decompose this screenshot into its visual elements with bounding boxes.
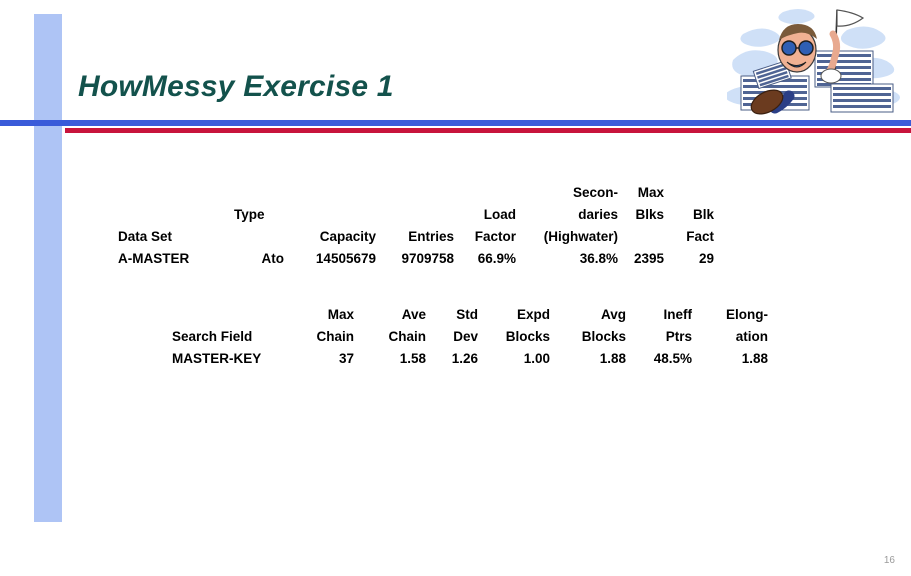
- dataset-cell-maxblk: 2395: [633, 251, 664, 266]
- search-h2-name: Search Field: [172, 329, 253, 344]
- search-h2-expd: Blocks: [505, 329, 550, 344]
- search-cell-std: 1.26: [451, 351, 478, 366]
- search-h2-elong: ation: [735, 329, 768, 344]
- dataset-cell-sec: 36.8%: [579, 251, 618, 266]
- dataset-header-row-3: Data Set Capacity Entries Factor (Highwa…: [118, 226, 714, 248]
- dataset-h3-sec: (Highwater): [543, 229, 618, 244]
- dataset-h1-blkf: [664, 182, 714, 204]
- dataset-h3-name: Data Set: [118, 229, 173, 244]
- search-h1-ave: Ave: [401, 307, 426, 322]
- dataset-cell-name: A-MASTER: [118, 251, 190, 266]
- character-head: [777, 24, 817, 73]
- search-h2-avg: Blocks: [581, 329, 626, 344]
- dataset-h1-sec: Secon-: [572, 185, 618, 200]
- dataset-h3-maxblk: [618, 226, 664, 248]
- page-title: HowMessy Exercise 1: [78, 70, 394, 103]
- search-h1-name: [172, 304, 292, 326]
- report-stack-center-right: [814, 50, 874, 88]
- dataset-report-table: Secon- Max Type Load daries Blks Blk Dat…: [118, 182, 714, 270]
- table-row: MASTER-KEY 37 1.58 1.26 1.00 1.88 48.5% …: [172, 348, 768, 370]
- search-cell-elong: 1.88: [741, 351, 768, 366]
- dataset-h2-blkf: Blk: [692, 207, 714, 222]
- dataset-cell-ent: 9709758: [401, 251, 454, 266]
- red-divider-rule: [65, 128, 911, 133]
- search-h2-ineff: Ptrs: [665, 329, 692, 344]
- dataset-h1-maxblk: Max: [637, 185, 664, 200]
- dataset-h3-type: [232, 226, 284, 248]
- search-h2-ave: Chain: [388, 329, 426, 344]
- dataset-h1-ent: [376, 182, 454, 204]
- dataset-h2-ent: [376, 204, 454, 226]
- dataset-h2-maxblk: Blks: [635, 207, 664, 222]
- dataset-h2-name: [118, 204, 232, 226]
- dataset-h1-load: [454, 182, 516, 204]
- dataset-cell-cap: 14505679: [315, 251, 376, 266]
- table-row: A-MASTER Ato 14505679 9709758 66.9% 36.8…: [118, 248, 714, 270]
- dataset-header-row-1: Secon- Max: [118, 182, 714, 204]
- dataset-h1-cap: [284, 182, 376, 204]
- dataset-h3-load: Factor: [474, 229, 516, 244]
- reports-clipart: [724, 4, 902, 120]
- search-field-report-table: Max Ave Std Expd Avg Ineff Elong- Search…: [172, 304, 768, 370]
- search-cell-avg: 1.88: [599, 351, 626, 366]
- search-cell-ave: 1.58: [399, 351, 426, 366]
- dataset-h1-type: [232, 182, 284, 204]
- dataset-h1-name: [118, 182, 232, 204]
- search-cell-expd: 1.00: [523, 351, 550, 366]
- dataset-h2-load: Load: [483, 207, 516, 222]
- search-h1-std: Std: [456, 307, 478, 322]
- dataset-h3-blkf: Fact: [686, 229, 714, 244]
- search-h1-ineff: Ineff: [663, 307, 693, 322]
- dataset-h2-cap: [284, 204, 376, 226]
- search-header-row-2: Search Field Chain Chain Dev Blocks Bloc…: [172, 326, 768, 348]
- search-h2-std: Dev: [453, 329, 478, 344]
- dataset-h3-ent: Entries: [408, 229, 454, 244]
- search-h2-max: Chain: [316, 329, 354, 344]
- blue-divider-rule: [0, 120, 911, 126]
- dataset-h2-sec: daries: [578, 207, 618, 222]
- reports-clipart-svg: [724, 9, 901, 115]
- dataset-h2-type: Type: [234, 207, 265, 222]
- search-cell-max: 37: [338, 351, 354, 366]
- slide-number: 16: [883, 555, 895, 566]
- search-cell-ineff: 48.5%: [653, 351, 692, 366]
- slide-canvas: HowMessy Exercise 1 Secon- Max Type Load…: [0, 0, 911, 576]
- left-accent-bar: [34, 14, 62, 522]
- search-h1-expd: Expd: [516, 307, 550, 322]
- search-h1-elong: Elong-: [726, 307, 768, 322]
- search-h1-max: Max: [327, 307, 354, 322]
- report-stack-lower-right: [830, 83, 894, 113]
- dataset-header-row-2: Type Load daries Blks Blk: [118, 204, 714, 226]
- search-h1-avg: Avg: [600, 307, 626, 322]
- dataset-cell-type: Ato: [261, 251, 285, 266]
- search-cell-name: MASTER-KEY: [172, 351, 262, 366]
- search-header-row-1: Max Ave Std Expd Avg Ineff Elong-: [172, 304, 768, 326]
- dataset-cell-blkf: 29: [698, 251, 714, 266]
- dataset-h3-cap: Capacity: [319, 229, 376, 244]
- dataset-cell-load: 66.9%: [477, 251, 516, 266]
